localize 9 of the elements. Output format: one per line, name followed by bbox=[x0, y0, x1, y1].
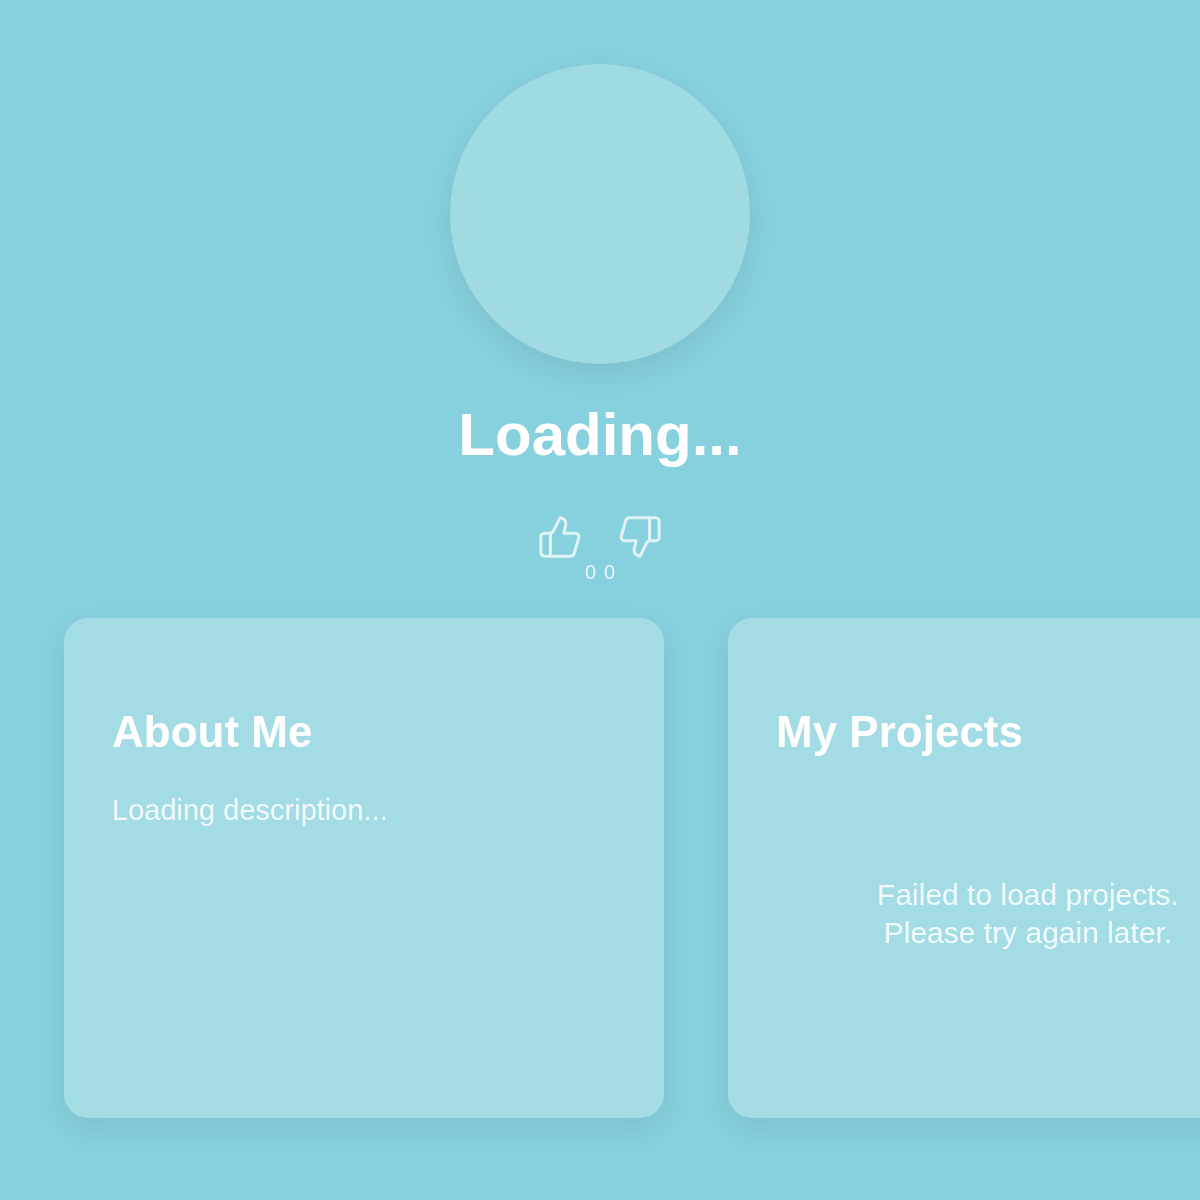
error-message: Failed to load projects. Please try again later. bbox=[877, 877, 1179, 951]
dislike-count: 0 bbox=[604, 560, 616, 584]
card-title: My Projects bbox=[776, 706, 1024, 758]
like-count: 0 bbox=[584, 560, 596, 584]
thumbs-up-icon[interactable] bbox=[537, 514, 583, 560]
card-title: About Me bbox=[112, 706, 314, 758]
thumbs-down-icon[interactable] bbox=[617, 514, 663, 560]
description: Loading description... bbox=[112, 793, 389, 828]
profile-name: Loading... bbox=[458, 400, 742, 470]
